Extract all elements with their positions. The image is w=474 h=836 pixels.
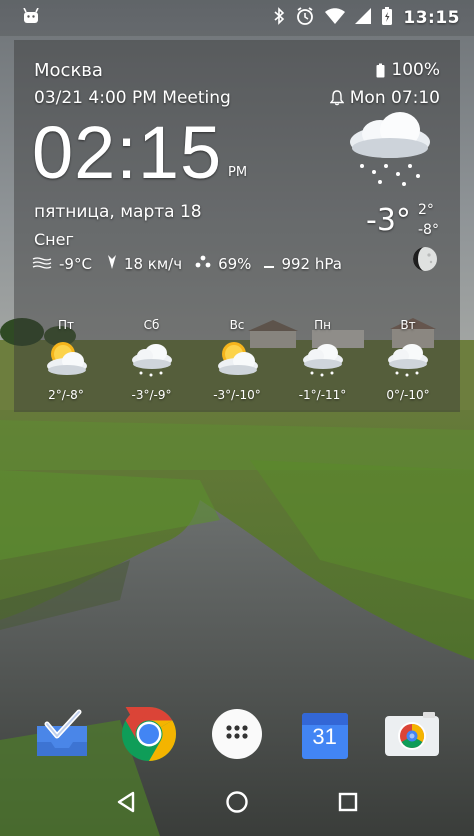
battery-indicator: 100% [376,60,440,80]
recents-icon [339,792,358,812]
forecast-day-name: Вт [400,318,416,332]
forecast-day[interactable]: Вт 0°/-10° [366,314,450,406]
weather-clock-widget[interactable]: Москва 100% 03/21 4:00 PM Meeting Mon 07… [14,40,460,412]
temperature-high: 2° [418,202,434,218]
forecast-day-temps: 0°/-10° [386,388,430,402]
app-drawer-icon[interactable] [208,705,266,763]
chrome-app-icon[interactable] [120,705,178,763]
recents-button[interactable] [328,782,368,822]
moon-phase-icon [413,247,437,271]
forecast-day[interactable]: Пн -1°/-11° [281,314,365,406]
status-bar-left [22,7,40,28]
battery-charging-icon [381,6,393,30]
calendar-app-icon[interactable]: 31 [296,705,354,763]
battery-percent: 100% [391,60,440,80]
current-temperature: -3° [366,203,411,238]
snow-cloud-icon [131,344,172,377]
clock-time[interactable]: 02:15 [32,108,222,198]
forecast-day-name: Пн [314,318,331,332]
humidity-value: 69% [218,255,252,273]
pressure-value: 992 hPa [281,255,342,273]
forecast-day-temps: -1°/-11° [298,388,347,402]
forecast-day-temps: 2°/-8° [48,388,84,402]
status-bar-right: 13:15 [273,6,460,30]
back-button[interactable] [106,782,146,822]
inbox-app-icon[interactable] [33,705,91,763]
weather-details: -9°C 18 км/ч 69% 992 hPa [32,254,342,274]
forecast-day-temps: -3°/-9° [131,388,172,402]
calendar-day-number: 31 [312,724,337,749]
alarm-time: Mon 07:10 [349,88,440,108]
android-icon [22,7,40,28]
temperature-low: -8° [418,222,439,238]
signal-icon [355,8,372,28]
pressure-icon [264,255,275,273]
sun-cloud-icon [218,342,258,375]
next-event[interactable]: 03/21 4:00 PM Meeting [34,88,231,108]
camera-app-icon[interactable] [383,705,441,763]
snow-cloud-icon [302,344,343,377]
home-icon [226,791,248,813]
forecast-row: Пт 2°/-8° Сб -3°/-9° Вс -3°/-10° Пн -1°/… [14,314,460,406]
battery-icon [376,63,385,77]
status-bar: 13:15 [0,0,474,36]
back-icon [117,791,134,813]
clock-ampm: PM [228,165,248,180]
status-time: 13:15 [403,8,460,28]
snow-cloud-icon [350,112,430,186]
forecast-day[interactable]: Вс -3°/-10° [195,314,279,406]
bluetooth-icon [273,7,285,29]
home-button[interactable] [217,782,257,822]
next-alarm[interactable]: Mon 07:10 [329,88,440,108]
forecast-day-name: Вс [229,318,245,332]
weather-condition: Снег [34,230,74,249]
feels-like-temp: -9°C [59,255,92,273]
city-label[interactable]: Москва [34,60,103,81]
wind-direction-icon [107,254,117,274]
forecast-day[interactable]: Сб -3°/-9° [110,314,194,406]
forecast-day[interactable]: Пт 2°/-8° [24,314,108,406]
forecast-day-name: Сб [143,318,160,332]
bell-icon [329,90,344,106]
forecast-day-name: Пт [57,318,74,332]
sun-cloud-icon [47,342,87,375]
app-dock: 31 [0,702,474,766]
wind-speed: 18 км/ч [123,255,183,273]
alarm-icon [295,6,315,30]
snow-cloud-icon [388,344,428,377]
forecast-day-temps: -3°/-10° [213,388,261,402]
wifi-icon [325,8,346,28]
date-label: пятница, марта 18 [34,202,202,222]
humidity-icon [195,255,211,273]
fog-icon [32,255,52,273]
navigation-bar [0,774,474,830]
